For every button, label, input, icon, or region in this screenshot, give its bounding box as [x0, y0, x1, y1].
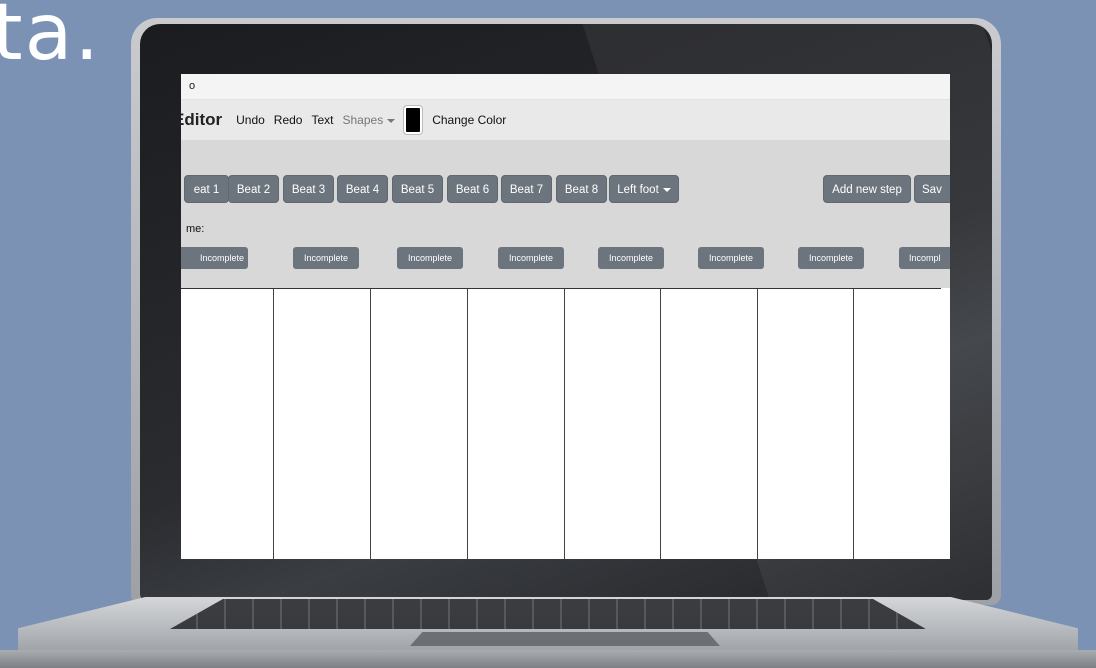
beat-6-status[interactable]: Incomplete — [698, 247, 764, 269]
beat-6-button[interactable]: Beat 6 — [447, 175, 498, 203]
beat-4-status[interactable]: Incomplete — [498, 247, 564, 269]
beat-7-status[interactable]: Incomplete — [798, 247, 864, 269]
beat-1-button[interactable]: eat 1 — [184, 175, 229, 203]
beat-2-button[interactable]: Beat 2 — [228, 175, 279, 203]
beat-8-button[interactable]: Beat 8 — [556, 175, 607, 203]
foot-select-dropdown[interactable]: Left foot — [609, 175, 679, 203]
color-swatch[interactable] — [404, 106, 423, 134]
beat-3-status[interactable]: Incomplete — [397, 247, 463, 269]
beat-8-status[interactable]: Incompl — [899, 247, 950, 269]
chevron-down-icon — [662, 187, 671, 192]
beat-4-button[interactable]: Beat 4 — [337, 175, 388, 203]
beat-button-row: eat 1 Beat 2 Beat 3 Beat 4 Beat 5 Beat 6… — [181, 175, 950, 203]
chevron-down-icon — [387, 118, 396, 123]
grid-divider — [757, 289, 758, 559]
beat-7-button[interactable]: Beat 7 — [501, 175, 552, 203]
beat-canvas-grid[interactable] — [181, 288, 941, 559]
grid-divider — [370, 289, 371, 559]
text-tool-button[interactable]: Text — [311, 113, 333, 127]
menu-bar: Editor Undo Redo Text Shapes Change Colo… — [181, 100, 950, 140]
beat-3-button[interactable]: Beat 3 — [283, 175, 334, 203]
laptop-screen: o Editor Undo Redo Text Shapes Change Co… — [181, 74, 950, 559]
beat-2-status[interactable]: Incomplete — [293, 247, 359, 269]
app-brand[interactable]: Editor — [181, 110, 222, 130]
laptop-keyboard — [170, 599, 926, 629]
laptop-trackpad — [410, 632, 720, 646]
beat-1-status[interactable]: Incomplete — [181, 247, 248, 269]
beat-5-button[interactable]: Beat 5 — [392, 175, 443, 203]
shapes-label: Shapes — [342, 113, 384, 127]
grid-divider — [564, 289, 565, 559]
change-color-button[interactable]: Change Color — [432, 113, 506, 127]
foot-select-label: Left foot — [617, 184, 659, 196]
laptop-base-edge — [0, 650, 1096, 668]
window-title: o — [181, 74, 950, 100]
add-new-step-button[interactable]: Add new step — [823, 175, 911, 203]
undo-button[interactable]: Undo — [236, 113, 265, 127]
step-toolbar-panel: eat 1 Beat 2 Beat 3 Beat 4 Beat 5 Beat 6… — [181, 140, 950, 288]
slide-heading-fragment: ta. — [0, 0, 102, 78]
grid-divider — [660, 289, 661, 559]
grid-divider — [273, 289, 274, 559]
beat-5-status[interactable]: Incomplete — [598, 247, 664, 269]
grid-divider — [853, 289, 854, 559]
step-name-label: me: — [186, 223, 205, 235]
beat-status-row: Incomplete Incomplete Incomplete Incompl… — [181, 247, 950, 269]
save-button[interactable]: Sav — [914, 175, 950, 203]
redo-button[interactable]: Redo — [274, 113, 303, 127]
grid-divider — [467, 289, 468, 559]
shapes-dropdown[interactable]: Shapes — [343, 113, 396, 127]
